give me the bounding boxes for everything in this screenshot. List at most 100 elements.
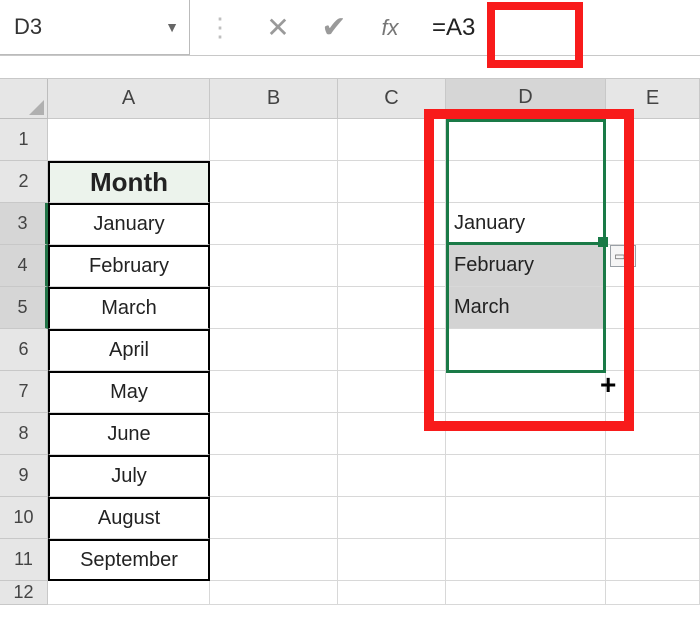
cell-A8[interactable]: June (48, 413, 210, 455)
row-10: 10 August (0, 497, 700, 539)
x-icon: ✕ (266, 11, 289, 44)
row-header-5[interactable]: 5 (0, 287, 48, 329)
cell-C9[interactable] (338, 455, 446, 497)
cell-A10[interactable]: August (48, 497, 210, 539)
cell-D6[interactable] (446, 329, 606, 371)
cell-E12[interactable] (606, 581, 700, 605)
cell-C6[interactable] (338, 329, 446, 371)
formula-input[interactable]: =A3 (418, 0, 700, 55)
row-header-2[interactable]: 2 (0, 161, 48, 203)
cell-B10[interactable] (210, 497, 338, 539)
cell-D1[interactable] (446, 119, 606, 161)
cell-E8[interactable] (606, 413, 700, 455)
cell-D2[interactable] (446, 161, 606, 203)
cell-C5[interactable] (338, 287, 446, 329)
col-header-E[interactable]: E (606, 79, 700, 119)
row-2: 2 Month (0, 161, 700, 203)
cell-A12[interactable] (48, 581, 210, 605)
cell-E5[interactable] (606, 287, 700, 329)
col-header-B[interactable]: B (210, 79, 338, 119)
autofill-options-icon[interactable]: ▭₊ (610, 245, 636, 267)
row-header-8[interactable]: 8 (0, 413, 48, 455)
cell-B12[interactable] (210, 581, 338, 605)
row-9: 9 July (0, 455, 700, 497)
cell-D3[interactable]: January (446, 203, 606, 245)
cell-A7[interactable]: May (48, 371, 210, 413)
cell-A11[interactable]: September (48, 539, 210, 581)
cell-D11[interactable] (446, 539, 606, 581)
row-7: 7 May (0, 371, 700, 413)
cell-A9[interactable]: July (48, 455, 210, 497)
select-all-corner[interactable] (0, 79, 48, 119)
cell-B2[interactable] (210, 161, 338, 203)
row-header-9[interactable]: 9 (0, 455, 48, 497)
cell-E2[interactable] (606, 161, 700, 203)
cell-C7[interactable] (338, 371, 446, 413)
cell-E1[interactable] (606, 119, 700, 161)
cell-A1[interactable] (48, 119, 210, 161)
cell-B3[interactable] (210, 203, 338, 245)
check-icon: ✔ (321, 10, 346, 45)
name-box-dropdown-icon[interactable]: ▼ (155, 19, 189, 35)
formula-bar: D3 ▼ ⋮ ✕ ✔ fx =A3 (0, 0, 700, 56)
cell-D8[interactable] (446, 413, 606, 455)
cell-E10[interactable] (606, 497, 700, 539)
cell-E11[interactable] (606, 539, 700, 581)
cell-E3[interactable] (606, 203, 700, 245)
cancel-formula-button[interactable]: ✕ (250, 0, 306, 55)
row-12: 12 (0, 581, 700, 605)
cell-A3[interactable]: January (48, 203, 210, 245)
cell-B11[interactable] (210, 539, 338, 581)
row-header-4[interactable]: 4 (0, 245, 48, 287)
cell-D10[interactable] (446, 497, 606, 539)
cell-A6[interactable]: April (48, 329, 210, 371)
cell-A4[interactable]: February (48, 245, 210, 287)
cell-B9[interactable] (210, 455, 338, 497)
col-header-A[interactable]: A (48, 79, 210, 119)
cell-C1[interactable] (338, 119, 446, 161)
cell-D12[interactable] (446, 581, 606, 605)
row-3: 3 January January (0, 203, 700, 245)
cell-B7[interactable] (210, 371, 338, 413)
cell-D9[interactable] (446, 455, 606, 497)
row-header-6[interactable]: 6 (0, 329, 48, 371)
name-box[interactable]: D3 ▼ (0, 0, 190, 55)
cell-E9[interactable] (606, 455, 700, 497)
col-header-C[interactable]: C (338, 79, 446, 119)
fx-icon[interactable]: fx (362, 0, 418, 55)
cell-E7[interactable] (606, 371, 700, 413)
cell-D7[interactable] (446, 371, 606, 413)
cell-B8[interactable] (210, 413, 338, 455)
cell-B6[interactable] (210, 329, 338, 371)
cell-C10[interactable] (338, 497, 446, 539)
cell-D4[interactable]: February (446, 245, 606, 287)
spreadsheet-grid[interactable]: A B C D E 1 2 Month 3 January January 4 … (0, 78, 700, 629)
row-4: 4 February February (0, 245, 700, 287)
row-header-7[interactable]: 7 (0, 371, 48, 413)
row-5: 5 March March (0, 287, 700, 329)
cell-C8[interactable] (338, 413, 446, 455)
col-header-D[interactable]: D (446, 79, 606, 119)
cell-C11[interactable] (338, 539, 446, 581)
cell-D5[interactable]: March (446, 287, 606, 329)
confirm-formula-button[interactable]: ✔ (306, 0, 362, 55)
cell-C2[interactable] (338, 161, 446, 203)
row-6: 6 April (0, 329, 700, 371)
row-header-1[interactable]: 1 (0, 119, 48, 161)
cell-C3[interactable] (338, 203, 446, 245)
cell-E6[interactable] (606, 329, 700, 371)
row-1: 1 (0, 119, 700, 161)
cell-C12[interactable] (338, 581, 446, 605)
cell-B4[interactable] (210, 245, 338, 287)
row-11: 11 September (0, 539, 700, 581)
cell-B5[interactable] (210, 287, 338, 329)
row-header-11[interactable]: 11 (0, 539, 48, 581)
cell-A2[interactable]: Month (48, 161, 210, 203)
row-header-3[interactable]: 3 (0, 203, 48, 245)
row-header-10[interactable]: 10 (0, 497, 48, 539)
cell-B1[interactable] (210, 119, 338, 161)
column-header-row: A B C D E (0, 79, 700, 119)
cell-C4[interactable] (338, 245, 446, 287)
cell-A5[interactable]: March (48, 287, 210, 329)
row-header-12[interactable]: 12 (0, 581, 48, 605)
